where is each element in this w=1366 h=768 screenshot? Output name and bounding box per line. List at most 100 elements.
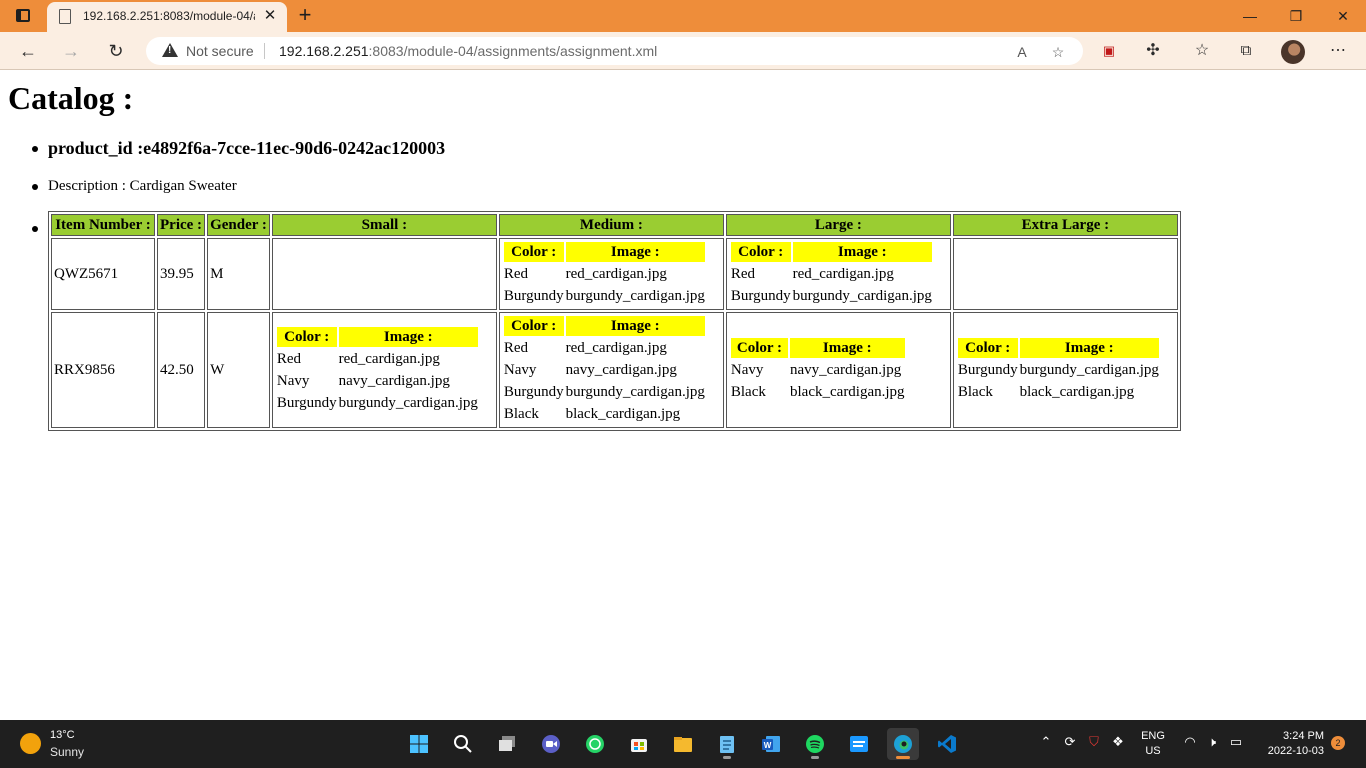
- profile-avatar[interactable]: [1281, 40, 1305, 64]
- color-image-row: Navy navy_cardigan.jpg: [277, 371, 478, 391]
- file-explorer-icon[interactable]: [667, 728, 699, 760]
- back-arrow-icon[interactable]: ←: [16, 39, 40, 63]
- color-image-row: Black black_cardigan.jpg: [731, 382, 905, 402]
- collections-icon[interactable]: ⧉: [1234, 39, 1258, 63]
- start-icon[interactable]: [403, 728, 435, 760]
- weather-temperature[interactable]: 13°C: [50, 729, 75, 741]
- color-image-header-row: Color : Image :: [503, 242, 705, 262]
- image-value: burgundy_cardigan.jpg: [792, 287, 932, 304]
- color-value: Red: [730, 265, 756, 282]
- color-image-row: Burgundy burgundy_cardigan.jpg: [277, 393, 478, 413]
- tab-actions-icon[interactable]: [16, 9, 30, 22]
- image-value: navy_cardigan.jpg: [338, 372, 450, 389]
- table-row: RRX9856 42.50 W Color : Image : Red red_cardig…: [51, 312, 1178, 428]
- large-cell: Color : Image : Navy navy_cardigan.jpg Black…: [725, 312, 951, 428]
- input-language[interactable]: ENG US: [1140, 729, 1166, 759]
- wifi-icon[interactable]: ◠: [1181, 733, 1199, 751]
- color-image-row: Black black_cardigan.jpg: [504, 404, 705, 424]
- header-gender: Gender :: [207, 214, 270, 236]
- mcafee-extension-icon[interactable]: ▣: [1097, 39, 1121, 63]
- store-icon[interactable]: [623, 728, 655, 760]
- color-header: Color :: [503, 242, 564, 262]
- close-tab-icon[interactable]: ✕: [261, 7, 279, 25]
- page-icon: [59, 9, 71, 24]
- color-value: Red: [503, 339, 529, 356]
- sync-icon[interactable]: ⟳: [1061, 733, 1079, 751]
- taskbar: 13°C Sunny W ⌃ ⟳ ⛉ ❖ ENG US ◠ 🕨 ▭ 3:24 P…: [0, 720, 1366, 768]
- vscode-icon[interactable]: [931, 728, 963, 760]
- list-bullet: [32, 226, 38, 232]
- color-image-header-row: Color : Image :: [730, 338, 905, 358]
- color-image-row: Burgundy burgundy_cardigan.jpg: [731, 286, 932, 306]
- battery-icon[interactable]: ▭: [1227, 733, 1245, 751]
- url-host: 192.168.2.251: [279, 43, 369, 59]
- forward-arrow-icon[interactable]: →: [59, 39, 83, 63]
- list-bullet: [32, 146, 38, 152]
- mcafee-icon[interactable]: ⛉: [1085, 733, 1103, 751]
- tab-title: 192.168.2.251:8083/module-04/assignments…: [83, 9, 255, 23]
- meet-icon[interactable]: [535, 728, 567, 760]
- spotify-icon[interactable]: [799, 728, 831, 760]
- color-image-row: Navy navy_cardigan.jpg: [731, 360, 905, 380]
- running-indicator: [811, 756, 819, 759]
- dropbox-icon[interactable]: ❖: [1109, 733, 1127, 751]
- sun-icon[interactable]: [20, 733, 41, 754]
- color-value: Burgundy: [276, 394, 337, 411]
- gender-cell: W: [207, 312, 270, 428]
- color-header: Color :: [276, 327, 337, 347]
- restore-button[interactable]: ❐: [1284, 4, 1308, 28]
- color-value: Burgundy: [503, 287, 564, 304]
- warning-icon[interactable]: [162, 43, 178, 57]
- color-header: Color :: [730, 338, 789, 358]
- system-clock[interactable]: 3:24 PM 2022-10-03: [1258, 729, 1324, 759]
- page-content: Catalog : product_id :e4892f6a-7cce-11ec…: [0, 71, 1366, 720]
- address-bar[interactable]: Not secure 192.168.2.251:8083/module-04/…: [146, 37, 1083, 65]
- notification-badge[interactable]: 2: [1331, 736, 1345, 750]
- weather-condition[interactable]: Sunny: [50, 745, 84, 759]
- header-item-number: Item Number :: [51, 214, 155, 236]
- url-text[interactable]: 192.168.2.251:8083/module-04/assignments…: [279, 43, 657, 59]
- task-view-icon[interactable]: [491, 728, 523, 760]
- color-image-row: Burgundy burgundy_cardigan.jpg: [504, 382, 705, 402]
- color-image-row: Red red_cardigan.jpg: [504, 338, 705, 358]
- page-title: Catalog :: [8, 80, 134, 116]
- add-favorite-icon[interactable]: ☆: [1047, 41, 1069, 63]
- whatsapp-icon[interactable]: [579, 728, 611, 760]
- new-tab-button[interactable]: +: [294, 4, 316, 26]
- chevron-up-icon[interactable]: ⌃: [1037, 733, 1055, 751]
- color-value: Black: [957, 383, 993, 400]
- image-value: red_cardigan.jpg: [792, 265, 894, 282]
- favorites-icon[interactable]: ☆: [1190, 39, 1214, 63]
- extensions-icon[interactable]: ✣: [1141, 39, 1165, 63]
- close-window-button[interactable]: ✕: [1331, 4, 1355, 28]
- word-icon[interactable]: W: [755, 728, 787, 760]
- color-value: Burgundy: [730, 287, 791, 304]
- header-small: Small :: [271, 214, 497, 236]
- refresh-icon[interactable]: ↻: [104, 39, 128, 63]
- prime-video-icon[interactable]: [843, 728, 875, 760]
- search-icon[interactable]: [447, 728, 479, 760]
- read-aloud-icon[interactable]: A: [1011, 41, 1033, 63]
- item-number-cell: RRX9856: [51, 312, 155, 428]
- notepad-icon[interactable]: [711, 728, 743, 760]
- medium-cell: Color : Image : Red red_cardigan.jpg Navy nav…: [498, 312, 724, 428]
- more-icon[interactable]: ⋯: [1326, 39, 1350, 63]
- image-value: red_cardigan.jpg: [338, 350, 440, 367]
- image-value: burgundy_cardigan.jpg: [565, 383, 705, 400]
- color-image-header-row: Color : Image :: [503, 316, 705, 336]
- browser-tab[interactable]: 192.168.2.251:8083/module-04/assignments…: [47, 2, 287, 32]
- color-value: Red: [503, 265, 529, 282]
- clock-time: 3:24 PM: [1283, 730, 1324, 742]
- security-status[interactable]: Not secure: [186, 43, 254, 59]
- volume-muted-icon[interactable]: 🕨: [1203, 733, 1221, 751]
- color-image-header-row: Color : Image :: [276, 327, 478, 347]
- url-path: :8083/module-04/assignments/assignment.x…: [368, 43, 658, 59]
- color-image-table: Color : Image : Burgundy burgundy_cardigan.…: [956, 336, 1161, 404]
- image-value: navy_cardigan.jpg: [565, 361, 677, 378]
- minimize-button[interactable]: —: [1238, 4, 1262, 28]
- price-cell: 39.95: [157, 238, 206, 310]
- color-header: Color :: [957, 338, 1018, 358]
- color-image-table: Color : Image : Red red_cardigan.jpg Navy nav…: [502, 314, 707, 426]
- image-header: Image :: [790, 338, 905, 358]
- edge-icon[interactable]: [887, 728, 919, 760]
